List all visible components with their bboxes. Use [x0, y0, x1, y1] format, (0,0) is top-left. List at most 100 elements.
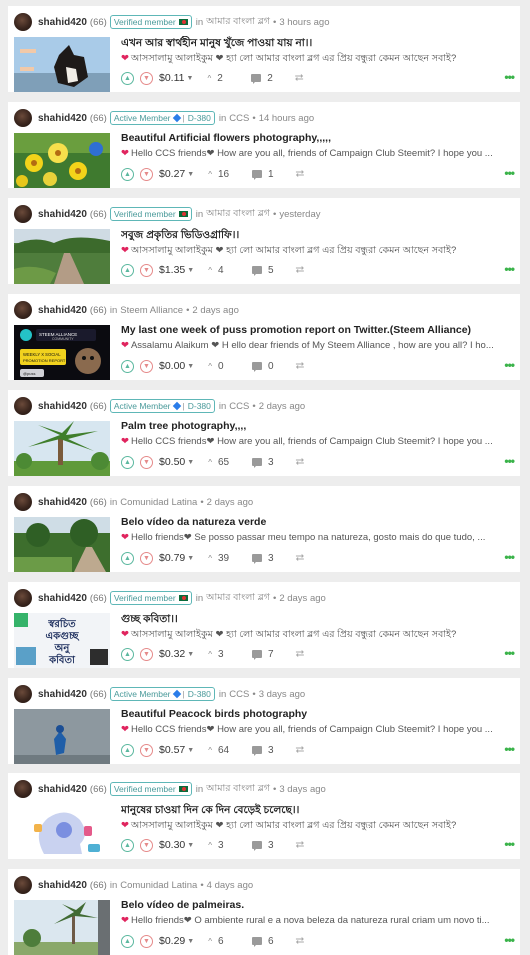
- community-link[interactable]: CCS: [229, 113, 249, 124]
- more-dots-icon[interactable]: •••: [504, 646, 515, 660]
- chevron-up-icon[interactable]: ▲: [121, 167, 134, 181]
- community-link[interactable]: আমার বাংলা ব্লগ: [206, 207, 270, 222]
- post-title[interactable]: Belo vídeo de palmeiras.: [121, 899, 516, 911]
- more-dots-icon[interactable]: •••: [504, 262, 515, 276]
- votes-count[interactable]: 2: [217, 73, 229, 84]
- post-timestamp[interactable]: 3 days ago: [259, 689, 305, 700]
- avatar[interactable]: [14, 876, 32, 894]
- author-link[interactable]: shahid420: [38, 17, 87, 28]
- post-thumbnail[interactable]: [14, 37, 110, 92]
- chevron-up-icon[interactable]: ▲: [121, 455, 134, 469]
- post-card[interactable]: shahid420 (66) Verified member in আমার ব…: [8, 6, 520, 92]
- more-dots-icon[interactable]: •••: [504, 550, 515, 564]
- comment-icon[interactable]: [251, 841, 262, 851]
- author-link[interactable]: shahid420: [38, 593, 87, 604]
- chevron-down-icon[interactable]: ▼: [140, 167, 153, 181]
- community-link[interactable]: CCS: [229, 689, 249, 700]
- comments-count[interactable]: 3: [268, 840, 274, 851]
- comments-count[interactable]: 3: [268, 457, 274, 468]
- votes-count[interactable]: 0: [218, 361, 230, 372]
- more-dots-icon[interactable]: •••: [504, 933, 515, 947]
- caret-down-icon[interactable]: ▼: [187, 747, 194, 754]
- more-dots-icon[interactable]: •••: [504, 454, 515, 468]
- avatar[interactable]: [14, 780, 32, 798]
- author-link[interactable]: shahid420: [38, 497, 87, 508]
- author-link[interactable]: shahid420: [38, 401, 87, 412]
- post-card[interactable]: shahid420 (66) in Steem Alliance • 2 day…: [8, 294, 520, 380]
- caret-down-icon[interactable]: ▼: [187, 651, 194, 658]
- post-card[interactable]: shahid420 (66) Active Member | D-380 in CC…: [8, 390, 520, 476]
- chevron-up-icon[interactable]: ▲: [121, 359, 134, 373]
- reblog-icon[interactable]: ⮂: [296, 935, 305, 948]
- chevron-up-icon[interactable]: ▲: [121, 647, 134, 661]
- comments-count[interactable]: 6: [268, 936, 274, 947]
- chevron-up-icon[interactable]: ▲: [121, 934, 134, 948]
- community-link[interactable]: Comunidad Latina: [120, 880, 197, 891]
- votes-count[interactable]: 39: [218, 553, 230, 564]
- caret-down-icon[interactable]: ▼: [187, 459, 194, 466]
- payout-value[interactable]: $0.27: [159, 168, 185, 180]
- more-dots-icon[interactable]: •••: [504, 70, 515, 84]
- community-link[interactable]: CCS: [229, 401, 249, 412]
- post-thumbnail[interactable]: STEEM ALLIANCE COMMUNITY WEEKLY X SOCIAL…: [14, 325, 110, 380]
- chevron-up-icon[interactable]: ▲: [121, 71, 134, 85]
- reblog-icon[interactable]: ⮂: [296, 744, 305, 757]
- post-title[interactable]: Palm tree photography,,,,: [121, 420, 516, 432]
- author-link[interactable]: shahid420: [38, 209, 87, 220]
- post-title[interactable]: সবুজ প্রকৃতির ভিডিওগ্রাফি।।: [121, 228, 516, 245]
- avatar[interactable]: [14, 109, 32, 127]
- chevron-up-icon[interactable]: ▲: [121, 263, 134, 277]
- votes-count[interactable]: 3: [218, 649, 230, 660]
- community-link[interactable]: আমার বাংলা ব্লগ: [206, 782, 270, 797]
- post-summary[interactable]: ❤ Hello CCS friends❤ How are you all, fri…: [121, 436, 516, 447]
- post-timestamp[interactable]: 14 hours ago: [259, 113, 314, 124]
- votes-count[interactable]: 4: [218, 265, 230, 276]
- post-thumbnail[interactable]: [14, 709, 110, 764]
- author-link[interactable]: shahid420: [38, 880, 87, 891]
- post-summary[interactable]: ❤ আসসালামু আলাইকুম ❤ হ্যা লো আমার বাংলা ব…: [121, 52, 516, 67]
- post-summary[interactable]: ❤ আসসালামু আলাইকুম ❤ হ্যা লো আমার বাংলা ব…: [121, 628, 516, 643]
- chevron-down-icon[interactable]: ▼: [140, 551, 153, 565]
- payout-value[interactable]: $0.30: [159, 839, 185, 851]
- post-timestamp[interactable]: 3 hours ago: [279, 17, 329, 28]
- reblog-icon[interactable]: ⮂: [296, 360, 305, 373]
- post-title[interactable]: মানুষের চাওয়া দিন কে দিন বেড়েই চলেছে।।: [121, 803, 516, 820]
- post-card[interactable]: shahid420 (66) Verified member in আমার ব…: [8, 582, 520, 668]
- reblog-icon[interactable]: ⮂: [296, 839, 305, 852]
- comment-icon[interactable]: [251, 266, 262, 276]
- chevron-down-icon[interactable]: ▼: [140, 743, 153, 757]
- avatar[interactable]: [14, 397, 32, 415]
- post-title[interactable]: My last one week of puss promotion repor…: [121, 324, 516, 336]
- post-summary[interactable]: ❤ Assalamu Alaikum ❤ H ello dear friends …: [121, 340, 516, 351]
- post-thumbnail[interactable]: [14, 133, 110, 188]
- community-link[interactable]: Comunidad Latina: [120, 497, 197, 508]
- post-card[interactable]: shahid420 (66) Verified member in আমার ব…: [8, 198, 520, 284]
- post-timestamp[interactable]: 2 days ago: [192, 305, 238, 316]
- author-link[interactable]: shahid420: [38, 784, 87, 795]
- reblog-icon[interactable]: ⮂: [295, 72, 304, 85]
- comment-icon[interactable]: [251, 458, 262, 468]
- chevron-down-icon[interactable]: ▼: [140, 838, 153, 852]
- comments-count[interactable]: 2: [267, 73, 273, 84]
- votes-count[interactable]: 6: [218, 936, 230, 947]
- comment-icon[interactable]: [251, 937, 262, 947]
- avatar[interactable]: [14, 301, 32, 319]
- chevron-down-icon[interactable]: ▼: [140, 359, 153, 373]
- avatar[interactable]: [14, 205, 32, 223]
- chevron-up-icon[interactable]: ▲: [121, 551, 134, 565]
- avatar[interactable]: [14, 13, 32, 31]
- votes-count[interactable]: 65: [218, 457, 230, 468]
- post-title[interactable]: এখন আর স্বার্থহীন মানুষ খুঁজে পাওয়া যায…: [121, 36, 516, 53]
- payout-value[interactable]: $0.79: [159, 552, 185, 564]
- post-title[interactable]: Beautiful Artificial flowers photography…: [121, 132, 516, 144]
- chevron-down-icon[interactable]: ▼: [140, 263, 153, 277]
- post-summary[interactable]: ❤ Hello CCS friends❤ How are you all, fri…: [121, 148, 516, 159]
- post-thumbnail[interactable]: [14, 900, 110, 955]
- caret-down-icon[interactable]: ▼: [187, 267, 194, 274]
- post-card[interactable]: shahid420 (66) Active Member | D-380 in CC…: [8, 102, 520, 188]
- votes-count[interactable]: 3: [218, 840, 230, 851]
- more-dots-icon[interactable]: •••: [504, 742, 515, 756]
- comments-count[interactable]: 0: [268, 361, 274, 372]
- avatar[interactable]: [14, 685, 32, 703]
- post-thumbnail[interactable]: [14, 517, 110, 572]
